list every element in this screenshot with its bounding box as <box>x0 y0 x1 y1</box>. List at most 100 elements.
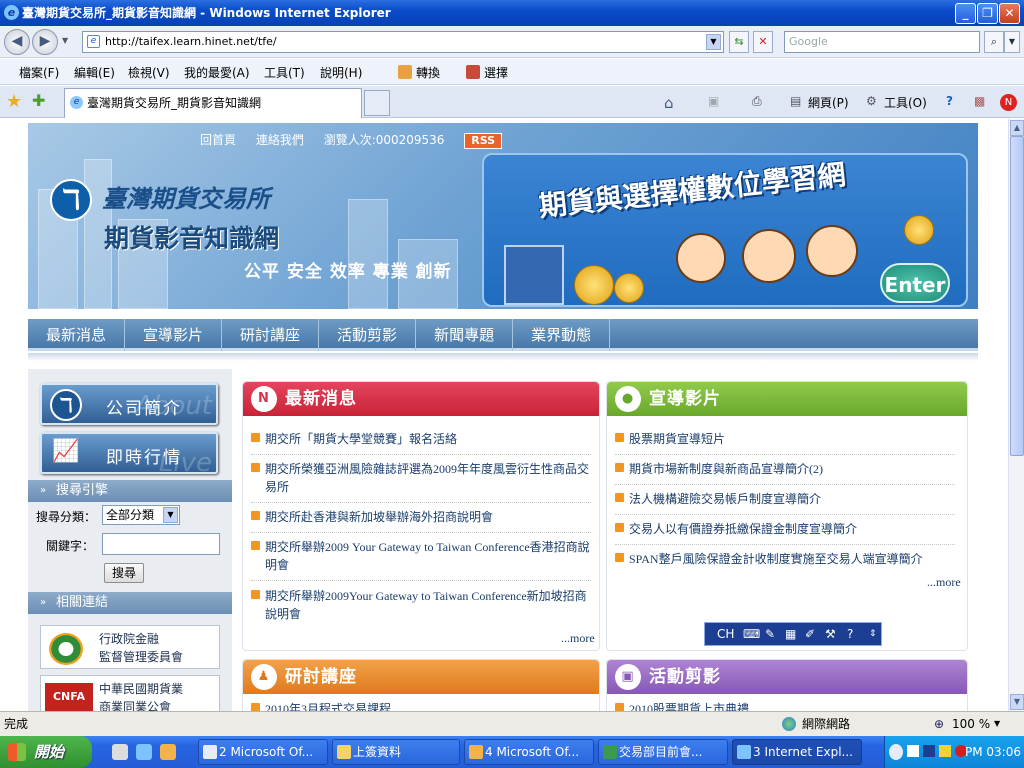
news-more-link[interactable]: ...more <box>561 631 595 646</box>
scroll-up-icon[interactable]: ▲ <box>1010 120 1024 136</box>
address-dropdown-icon[interactable]: ▼ <box>706 34 721 50</box>
restore-button[interactable]: ❐ <box>977 3 998 24</box>
nav-industry[interactable]: 業界動態 <box>513 319 611 351</box>
search-button[interactable]: 搜尋 <box>104 563 144 583</box>
add-favorites-icon[interactable]: ✚ <box>32 91 45 110</box>
taskbar-item-excel[interactable]: 交易部目前會... <box>598 739 728 765</box>
pen-icon[interactable]: ✎ <box>765 623 775 645</box>
category-select[interactable]: 全部分類 ▼ <box>102 505 180 525</box>
tray-app-icon[interactable] <box>923 745 935 757</box>
scroll-down-icon[interactable]: ▼ <box>1010 694 1024 710</box>
stop-icon[interactable]: ✕ <box>753 31 773 53</box>
menu-help[interactable]: 說明(H) <box>320 64 362 81</box>
keyword-input[interactable] <box>102 533 220 555</box>
nav-videos[interactable]: 宣導影片 <box>125 319 223 351</box>
ime-lang[interactable]: CH <box>717 623 734 645</box>
nav-seminars[interactable]: 研討講座 <box>222 319 320 351</box>
help-icon[interactable]: ? <box>847 623 853 645</box>
search-input[interactable]: Google <box>784 31 980 53</box>
page-menu-icon: ▤ <box>790 94 802 108</box>
zoom-level[interactable]: 100 % <box>952 712 990 736</box>
search-options-icon[interactable]: ▼ <box>1004 31 1020 53</box>
tray-app-icon[interactable] <box>907 745 919 757</box>
system-tray: PM 03:06 <box>884 736 1024 768</box>
options-icon[interactable]: ⇕ <box>869 623 877 645</box>
video-item[interactable]: 交易人以有價證券抵繳保證金制度宣導簡介 <box>615 520 955 545</box>
video-item[interactable]: SPAN整戶風險保證金計收制度實施至交易人端宣導簡介 <box>615 550 955 574</box>
refresh-icon[interactable]: ⇆ <box>729 31 749 53</box>
menu-favorites[interactable]: 我的最愛(A) <box>184 64 250 81</box>
tray-expand-icon[interactable] <box>889 744 903 760</box>
nav-latest-news[interactable]: 最新消息 <box>28 319 126 351</box>
convert-button[interactable]: 轉換 <box>416 64 440 81</box>
rss-button[interactable]: RSS <box>464 133 503 149</box>
keyboard-icon[interactable]: ⌨ <box>743 623 760 645</box>
news-item[interactable]: 期交所舉辦2009 Your Gateway to Taiwan Confere… <box>251 538 591 581</box>
taskbar-item-folder[interactable]: 上簽資料 <box>332 739 460 765</box>
feeds-icon[interactable]: ▣ <box>708 94 719 108</box>
minimize-button[interactable]: _ <box>955 3 976 24</box>
taskbar-item-ie[interactable]: 3 Internet Expl... <box>732 739 862 765</box>
nav-events[interactable]: 活動剪影 <box>319 319 417 351</box>
live-quotes-button[interactable]: Live 📈 即時行情 <box>40 432 218 474</box>
event-item[interactable]: 2010股票期貨上市典禮 <box>615 700 955 711</box>
addon-icon[interactable]: N <box>1000 94 1017 111</box>
media-player-icon[interactable] <box>112 744 128 760</box>
zoom-dropdown-icon[interactable]: ▼ <box>994 712 1000 736</box>
related-links-header: » 相關連結 <box>28 592 232 614</box>
help-icon[interactable]: ? <box>946 94 953 108</box>
warning-icon[interactable] <box>939 745 951 757</box>
e-learning-promo[interactable]: 期貨與選擇權數位學習網 Enter <box>482 153 968 307</box>
tools-menu-button[interactable]: 工具(O) <box>884 94 927 111</box>
video-item[interactable]: 股票期貨宣導短片 <box>615 430 955 455</box>
home-link[interactable]: 回首頁 <box>200 133 236 147</box>
menu-file[interactable]: 檔案(F) <box>19 64 59 81</box>
start-button[interactable]: 開始 <box>0 736 92 768</box>
ie-quicklaunch-icon[interactable] <box>136 744 152 760</box>
new-tab-button[interactable] <box>364 90 390 116</box>
about-button[interactable]: About ℸ 公司簡介 <box>40 383 218 425</box>
contact-link[interactable]: 連絡我們 <box>256 133 304 147</box>
write-pad-icon[interactable]: ▦ <box>785 623 796 645</box>
news-item[interactable]: 期交所「期貨大學堂競賽」報名活絡 <box>251 430 591 455</box>
menu-tools[interactable]: 工具(T) <box>264 64 305 81</box>
taskbar-item-outlook[interactable]: 4 Microsoft Of... <box>464 739 594 765</box>
outlook-icon[interactable] <box>160 744 176 760</box>
favorites-star-icon[interactable]: ★ <box>6 91 22 112</box>
search-icon[interactable]: ⌕ <box>984 31 1004 53</box>
ime-language-bar[interactable]: CH ⌨ ✎ ▦ ✐ ⚒ ? ⇕ <box>704 622 882 646</box>
menu-view[interactable]: 檢視(V) <box>128 64 170 81</box>
taifex-logo-icon[interactable]: ℸ <box>50 179 92 221</box>
research-icon[interactable]: ▩ <box>974 94 985 108</box>
taskbar-item-word[interactable]: 2 Microsoft Of... <box>198 739 328 765</box>
clock[interactable]: PM 03:06 <box>965 736 1021 768</box>
menu-edit[interactable]: 編輯(E) <box>74 64 115 81</box>
videos-more-link[interactable]: ...more <box>927 575 961 590</box>
address-input[interactable]: e http://taifex.learn.hinet.net/tfe/ ▼ <box>82 31 724 53</box>
vertical-scrollbar[interactable]: ▲ ▼ <box>1008 119 1024 711</box>
video-item[interactable]: 法人機構避險交易帳戶制度宣導簡介 <box>615 490 955 515</box>
forward-button[interactable]: ▶ <box>32 29 58 55</box>
draw-icon[interactable]: ✐ <box>805 623 815 645</box>
back-button[interactable]: ◀ <box>4 29 30 55</box>
tab-active[interactable]: e 臺灣期貨交易所_期貨影音知識網 <box>64 88 362 118</box>
enter-button[interactable]: Enter <box>880 263 950 303</box>
select-button[interactable]: 選擇 <box>484 64 508 81</box>
scroll-thumb[interactable] <box>1010 136 1024 456</box>
seminar-item[interactable]: 2010年3月程式交易課程 <box>251 700 591 711</box>
globe-icon <box>782 717 796 731</box>
news-item[interactable]: 期交所舉辦2009Your Gateway to Taiwan Conferen… <box>251 587 591 629</box>
fsc-link[interactable]: 行政院金融 監督管理委員會 <box>40 625 220 669</box>
news-item[interactable]: 期交所榮獲亞洲風險雜誌評選為2009年年度風雲衍生性商品交易所 <box>251 460 591 503</box>
news-item[interactable]: 期交所赴香港與新加坡舉辦海外招商說明會 <box>251 508 591 533</box>
cnfa-link[interactable]: CNFA 中華民國期貨業 商業同業公會 <box>40 675 220 711</box>
nav-news-topics[interactable]: 新聞專題 <box>416 319 514 351</box>
close-button[interactable]: ✕ <box>999 3 1020 24</box>
home-icon[interactable]: ⌂ <box>664 94 674 112</box>
video-item[interactable]: 期貨市場新制度與新商品宣導簡介(2) <box>615 460 955 485</box>
tool-icon[interactable]: ⚒ <box>825 623 836 645</box>
print-icon[interactable]: ⎙ <box>752 94 762 109</box>
page-menu-button[interactable]: 網頁(P) <box>808 94 849 111</box>
history-dropdown-icon[interactable]: ▼ <box>62 36 68 45</box>
browser-viewport: 回首頁 連絡我們 瀏覽人次:000209536 RSS ℸ 臺灣期貨交易所 期貨… <box>0 119 1008 711</box>
